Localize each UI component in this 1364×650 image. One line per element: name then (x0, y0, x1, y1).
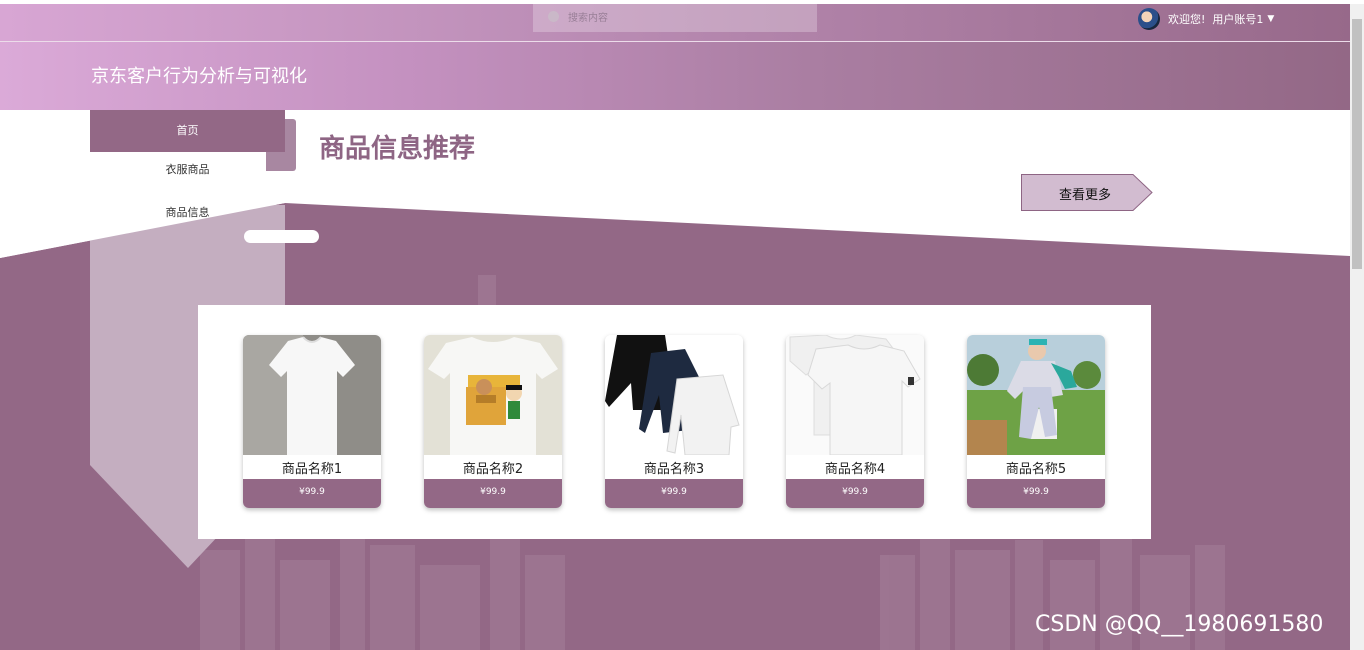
sidebar-item-home[interactable]: 首页 (90, 110, 285, 152)
product-card[interactable]: 商品名称2 ¥99.9 (424, 335, 562, 508)
white-tshirt-pair-icon (786, 335, 924, 455)
welcome-text: 欢迎您! (1168, 13, 1206, 26)
chevron-down-icon[interactable]: ▼ (1267, 14, 1274, 24)
watermark: CSDN @QQ__1980691580 (1035, 612, 1324, 637)
search-placeholder: 搜索内容 (568, 13, 608, 24)
sidebar: 首页 衣服商品 商品信息 (90, 110, 285, 230)
product-card[interactable]: 商品名称4 ¥99.9 (786, 335, 924, 508)
kids-outfit-photo-icon (967, 335, 1105, 455)
user-menu[interactable]: 欢迎您! 用户账号1 ▼ (1138, 7, 1274, 31)
account-name[interactable]: 用户账号1 (1212, 11, 1263, 27)
white-tshirt-icon (243, 335, 381, 455)
product-name: 商品名称4 (824, 462, 886, 477)
app-title: 京东客户行为分析与可视化 (91, 66, 307, 87)
product-price: ¥99.9 (605, 479, 743, 508)
product-name: 商品名称3 (643, 462, 705, 477)
product-price: ¥99.9 (424, 479, 562, 508)
product-price: ¥99.9 (786, 479, 924, 508)
search-icon (548, 11, 559, 22)
product-name: 商品名称2 (462, 462, 524, 477)
product-price: ¥99.9 (243, 479, 381, 508)
header-banner: 京东客户行为分析与可视化 (0, 42, 1350, 110)
view-more-button[interactable]: 查看更多 (1021, 174, 1153, 211)
search-box[interactable]: 搜索内容 (533, 4, 817, 32)
pill-indicator (244, 230, 319, 243)
section-title: 商品信息推荐 (319, 134, 476, 164)
product-panel: 商品名称1 ¥99.9 商品名称2 ¥99.9 商品名称3 ¥99.9 商品名称… (198, 305, 1151, 539)
cartoon-tshirt-icon (424, 335, 562, 455)
product-card[interactable]: 商品名称5 ¥99.9 (967, 335, 1105, 508)
product-name: 商品名称1 (281, 462, 343, 477)
sidebar-item-clothing[interactable]: 衣服商品 (90, 155, 285, 185)
product-card[interactable]: 商品名称1 ¥99.9 (243, 335, 381, 508)
long-sleeve-set-icon (605, 335, 743, 455)
avatar[interactable] (1138, 8, 1160, 30)
product-name: 商品名称5 (1005, 462, 1067, 477)
view-more-label: 查看更多 (1059, 188, 1112, 203)
scrollbar-thumb[interactable] (1352, 19, 1362, 269)
product-card[interactable]: 商品名称3 ¥99.9 (605, 335, 743, 508)
sidebar-item-product-info[interactable]: 商品信息 (90, 198, 285, 228)
product-price: ¥99.9 (967, 479, 1105, 508)
scrollbar[interactable] (1350, 4, 1364, 650)
